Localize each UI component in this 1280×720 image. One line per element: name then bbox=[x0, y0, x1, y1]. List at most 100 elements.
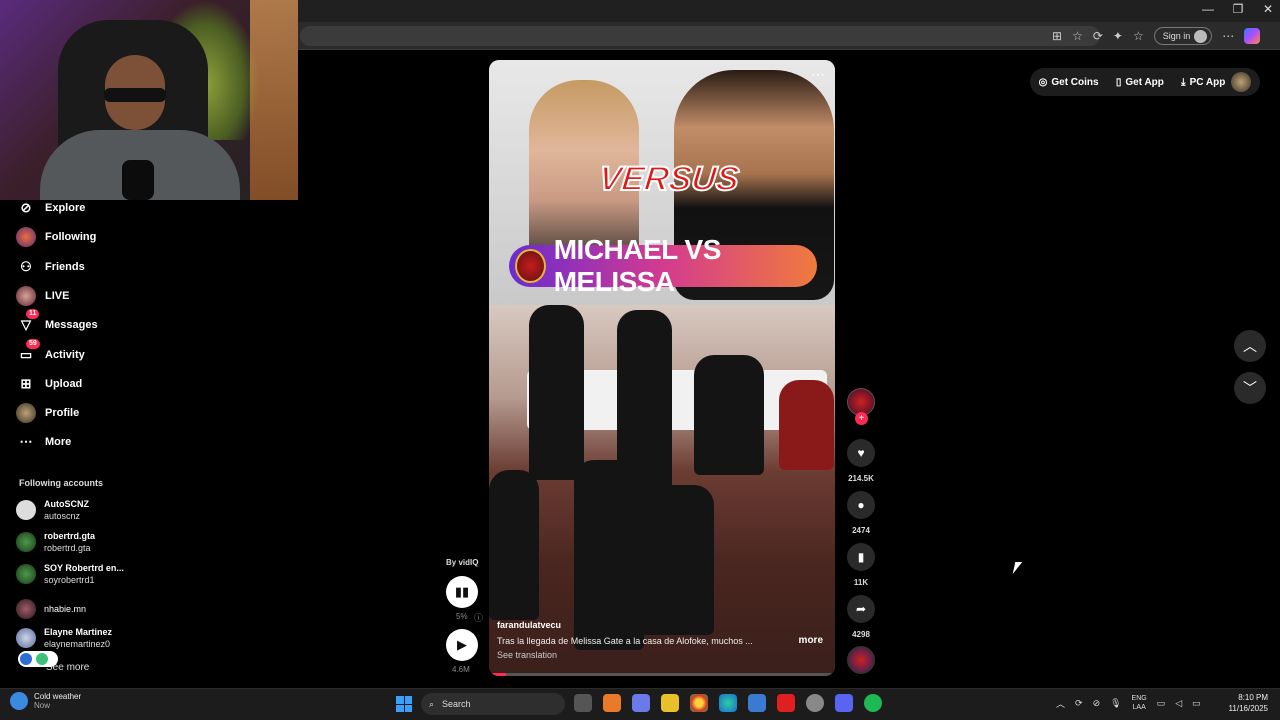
video-options-icon[interactable]: ⋯ bbox=[811, 66, 825, 83]
music-disc-icon[interactable] bbox=[847, 646, 875, 674]
info-icon[interactable]: ⓘ bbox=[474, 611, 483, 624]
chrome-icon[interactable] bbox=[690, 694, 708, 712]
play-button[interactable]: ▶ bbox=[446, 629, 478, 661]
minimize-button[interactable]: — bbox=[1200, 2, 1216, 16]
extension-pill[interactable] bbox=[18, 651, 58, 667]
youtube-icon[interactable] bbox=[777, 694, 795, 712]
task-view-icon[interactable] bbox=[574, 694, 592, 712]
chevron-down-icon: ﹀ bbox=[1243, 380, 1257, 396]
activity-icon: ▭ 59 bbox=[16, 339, 40, 365]
avatar bbox=[16, 500, 36, 520]
file-explorer-icon[interactable] bbox=[661, 694, 679, 712]
start-button[interactable] bbox=[396, 696, 412, 712]
sidebar-item-messages[interactable]: ▽ 11 Messages bbox=[16, 309, 98, 336]
chevron-up-icon[interactable]: ︿ bbox=[1056, 697, 1065, 710]
search-icon: ⌕ bbox=[429, 698, 435, 709]
avatar bbox=[16, 286, 36, 306]
video-overlay-word: VERSUS bbox=[596, 159, 742, 199]
chevron-up-icon: ︿ bbox=[1243, 338, 1257, 354]
weather-widget[interactable]: Cold weather Now bbox=[10, 692, 81, 710]
activity-badge: 59 bbox=[26, 339, 40, 349]
close-button[interactable]: ✕ bbox=[1260, 2, 1276, 16]
get-coins-button[interactable]: ◎ Get Coins bbox=[1039, 77, 1099, 88]
account-item[interactable]: nhabie.mn bbox=[16, 599, 86, 619]
display-icon[interactable]: ▭ bbox=[1157, 698, 1166, 709]
sidebar-item-friends[interactable]: ⚇ Friends bbox=[16, 256, 85, 278]
avatar bbox=[16, 564, 36, 584]
sidebar-item-live[interactable]: LIVE bbox=[16, 285, 69, 307]
app-icon[interactable] bbox=[603, 694, 621, 712]
extensions-icon[interactable]: ✦ bbox=[1113, 29, 1123, 43]
top-actions: ◎ Get Coins ▯ Get App ⤓ PC App bbox=[1030, 68, 1260, 96]
like-button[interactable]: ♥ bbox=[847, 439, 875, 467]
get-app-button[interactable]: ▯ Get App bbox=[1116, 77, 1164, 88]
next-video-button[interactable]: ﹀ bbox=[1234, 372, 1266, 404]
taskbar-search[interactable]: ⌕ Search bbox=[421, 693, 565, 715]
sidebar-item-upload[interactable]: ⊞ Upload bbox=[16, 373, 83, 395]
messages-icon: ▽ 11 bbox=[16, 309, 40, 335]
video-description: Tras la llegada de Melissa Gate a la cas… bbox=[497, 636, 753, 646]
app-available-icon[interactable]: ⊞ bbox=[1052, 29, 1062, 43]
following-accounts-title: Following accounts bbox=[19, 478, 104, 488]
follow-plus-icon[interactable]: + bbox=[855, 412, 868, 425]
user-avatar[interactable] bbox=[1231, 72, 1251, 92]
sidebar-item-explore[interactable]: ⊘ Explore bbox=[16, 197, 86, 219]
language-indicator[interactable]: ENG LAA bbox=[1132, 694, 1147, 712]
sidebar-item-more[interactable]: ⋯ More bbox=[16, 431, 72, 453]
sidebar-item-following[interactable]: Following bbox=[16, 226, 96, 248]
share-button[interactable]: ➦ bbox=[847, 595, 875, 623]
save-count: 11K bbox=[853, 578, 869, 587]
browser-toolbar: ⊞ ☆ ⟳ ✦ ☆ Sign in ⋯ bbox=[1052, 27, 1261, 45]
video-progress-bar[interactable] bbox=[489, 673, 835, 676]
views-label: 4.6M bbox=[452, 665, 470, 674]
network-icon[interactable]: ⊘ bbox=[1093, 698, 1101, 709]
sign-in-button[interactable]: Sign in bbox=[1153, 27, 1213, 45]
account-item[interactable]: robertrd.gta robertrd.gta bbox=[16, 530, 95, 554]
steam-icon[interactable] bbox=[806, 694, 824, 712]
comment-button[interactable]: ● bbox=[847, 491, 875, 519]
account-item[interactable]: AutoSCNZ autoscnz bbox=[16, 498, 89, 522]
previous-video-button[interactable]: ︿ bbox=[1234, 330, 1266, 362]
account-item[interactable]: SOY Robertrd en... soyrobertrd1 bbox=[16, 562, 124, 586]
coin-icon: ◎ bbox=[1038, 76, 1048, 88]
like-count: 214.5K bbox=[848, 474, 874, 483]
restore-button[interactable]: ❐ bbox=[1230, 2, 1246, 16]
refresh-icon[interactable]: ⟳ bbox=[1093, 29, 1103, 43]
save-button[interactable]: ▮ bbox=[847, 543, 875, 571]
settings-menu-icon[interactable]: ⋯ bbox=[1222, 29, 1234, 43]
stats-button[interactable]: ▮▮ bbox=[446, 576, 478, 608]
by-label: By vidIQ bbox=[446, 558, 479, 567]
upload-icon: ⊞ bbox=[20, 376, 32, 391]
pc-app-button[interactable]: ⤓ PC App bbox=[1181, 77, 1225, 88]
window-controls: — ❐ ✕ bbox=[1200, 2, 1276, 16]
compass-icon: ⊘ bbox=[20, 200, 32, 215]
play-icon: ▶ bbox=[457, 637, 467, 652]
copilot-icon[interactable] bbox=[1244, 28, 1261, 44]
url-input[interactable] bbox=[300, 26, 1100, 46]
avatar bbox=[16, 403, 36, 423]
favorite-star-icon[interactable]: ☆ bbox=[1072, 29, 1083, 43]
heart-icon: ♥ bbox=[857, 446, 865, 460]
sidebar-item-profile[interactable]: Profile bbox=[16, 402, 79, 424]
discord-icon[interactable] bbox=[835, 694, 853, 712]
video-username[interactable]: farandulatvecu bbox=[497, 620, 827, 630]
collections-icon[interactable]: ☆ bbox=[1133, 29, 1144, 43]
caption-more-button[interactable]: more bbox=[799, 635, 823, 646]
sync-icon[interactable]: ⟳ bbox=[1075, 698, 1083, 709]
volume-icon[interactable]: ◁ bbox=[1175, 698, 1182, 709]
progress-fill bbox=[489, 673, 507, 676]
account-item[interactable]: Elayne Martinez elaynemartinez0 bbox=[16, 626, 112, 650]
video-player[interactable]: VERSUS MICHAEL VS MELISSA ⋯ farandulatve… bbox=[489, 60, 835, 676]
microphone-icon[interactable]: 🎙 bbox=[1110, 698, 1121, 709]
spotify-icon[interactable] bbox=[864, 694, 882, 712]
battery-icon[interactable]: ▭ bbox=[1192, 698, 1201, 709]
copilot-app-icon[interactable] bbox=[632, 694, 650, 712]
see-translation-link[interactable]: See translation bbox=[497, 650, 827, 660]
system-tray: ︿ ⟳ ⊘ 🎙 ENG LAA ▭ ◁ ▭ bbox=[1056, 694, 1201, 712]
percent-label: 5% bbox=[456, 612, 468, 621]
comment-count: 2474 bbox=[852, 526, 870, 535]
edge-icon[interactable] bbox=[719, 694, 737, 712]
sidebar-item-activity[interactable]: ▭ 59 Activity bbox=[16, 339, 85, 366]
clock[interactable]: 8:10 PM 11/16/2025 bbox=[1222, 692, 1268, 714]
store-icon[interactable] bbox=[748, 694, 766, 712]
